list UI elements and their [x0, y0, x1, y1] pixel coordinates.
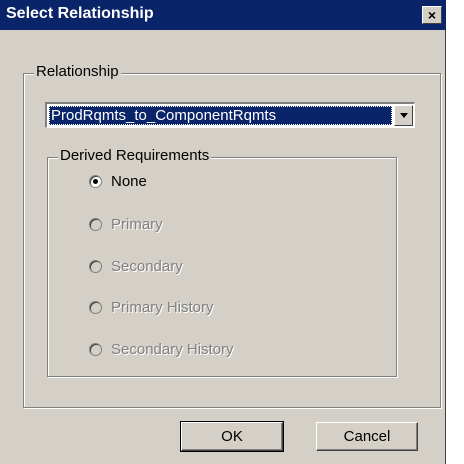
radio-label: Primary History [111, 299, 214, 316]
ok-button[interactable]: OK [180, 421, 284, 452]
cancel-button[interactable]: Cancel [316, 422, 418, 451]
radio-button-icon [89, 260, 102, 273]
radio-button-icon[interactable] [89, 175, 102, 188]
title-bar[interactable]: Select Relationship × [0, 0, 446, 30]
radio-label: Primary [111, 216, 163, 233]
select-relationship-dialog: Select Relationship × Relationship ProdR… [0, 0, 446, 464]
derived-requirements-legend: Derived Requirements [58, 147, 212, 164]
radio-button-icon [89, 218, 102, 231]
close-icon: × [427, 7, 437, 23]
relationship-selected-value[interactable]: ProdRqmts_to_ComponentRqmts [49, 106, 392, 125]
radio-button-icon [89, 343, 102, 356]
relationship-legend: Relationship [34, 63, 121, 80]
dialog-title: Select Relationship [6, 5, 154, 22]
radio-button-icon [89, 301, 102, 314]
relationship-select[interactable]: ProdRqmts_to_ComponentRqmts [45, 102, 415, 128]
radio-label: None [111, 173, 147, 190]
close-button[interactable]: × [422, 6, 442, 24]
radio-label: Secondary [111, 258, 183, 275]
dropdown-button[interactable] [394, 105, 413, 126]
radio-label: Secondary History [111, 341, 234, 358]
chevron-down-icon [400, 113, 408, 118]
